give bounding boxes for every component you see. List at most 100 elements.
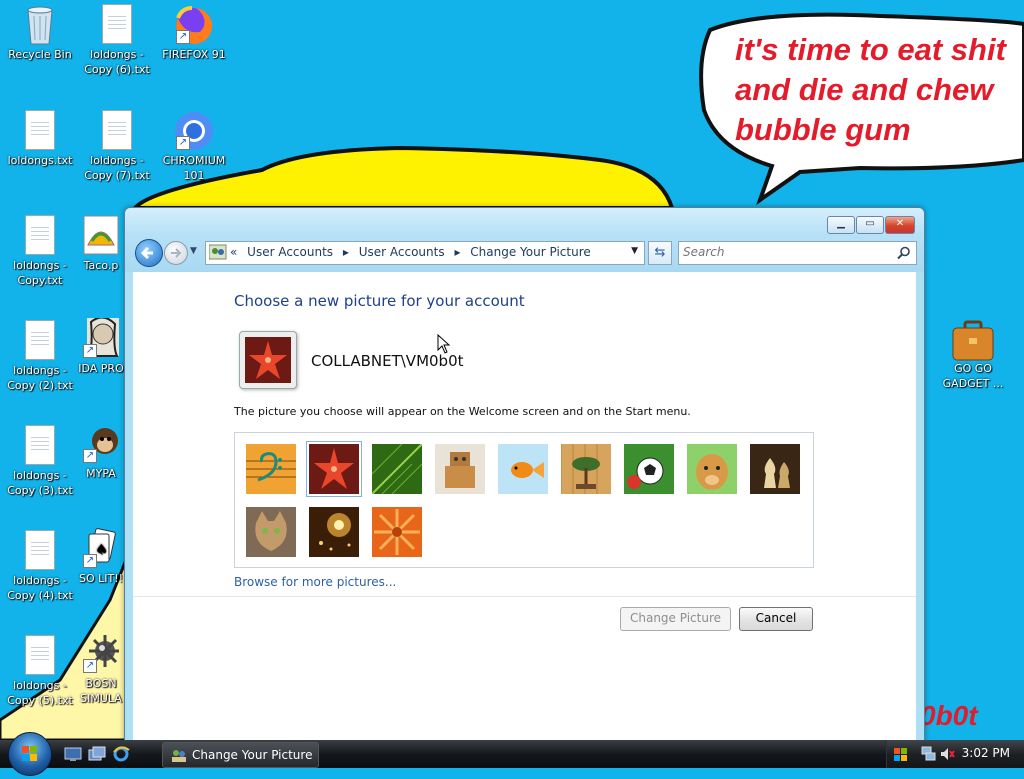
picture-description: The picture you choose will appear on th…: [234, 405, 691, 418]
cancel-button[interactable]: Cancel: [739, 607, 813, 631]
text-file-icon: [22, 530, 58, 570]
breadcrumb-change-your-picture[interactable]: Change Your Picture: [470, 245, 590, 259]
desktop-icon-loldongs-copy-6[interactable]: loldongs - Copy (6).txt: [77, 4, 157, 77]
text-file-icon: [22, 110, 58, 150]
change-picture-window: ▁ ▭ ✕ ▼ « User Accounts ▸ User Accounts …: [124, 207, 925, 742]
windows-update-icon[interactable]: [893, 746, 909, 762]
shortcut-arrow-icon: ↗: [176, 30, 190, 44]
picture-leaf[interactable]: [372, 444, 422, 494]
picture-starfish[interactable]: [306, 441, 362, 497]
refresh-button[interactable]: ⇆: [648, 241, 672, 265]
change-picture-button[interactable]: Change Picture: [620, 607, 731, 631]
desktop-icon-bosn-simula[interactable]: ↗ BOSN SIMULA: [73, 633, 129, 706]
desktop-icon-loldongs-copy-3[interactable]: loldongs - Copy (3).txt: [0, 425, 80, 498]
desktop-icon-loldongs-copy-2[interactable]: loldongs - Copy (2).txt: [0, 320, 80, 393]
volume-muted-icon[interactable]: [939, 746, 955, 762]
switch-windows-icon: [88, 746, 106, 761]
search-icon[interactable]: [897, 246, 911, 260]
breadcrumb-user-accounts[interactable]: User Accounts: [247, 245, 333, 259]
briefcase-icon: [952, 318, 994, 361]
taskbar: Change Your Picture 3:02 PM: [0, 732, 1024, 776]
desktop-icon-chromium[interactable]: ↗ CHROMIUM 101: [154, 110, 234, 183]
search-box[interactable]: [678, 241, 917, 265]
breadcrumb-separator-icon[interactable]: ▸: [343, 245, 349, 259]
forward-button[interactable]: [164, 241, 188, 265]
desktop-icon-label: loldongs - Copy (5).txt: [7, 679, 73, 707]
maximize-button[interactable]: ▭: [856, 216, 884, 234]
search-input[interactable]: [683, 244, 883, 260]
desktop-icon-label: Recycle Bin: [8, 48, 72, 61]
chevron-down-icon: ▼: [190, 246, 197, 256]
text-file-icon: [22, 320, 58, 360]
breadcrumb-overflow[interactable]: «: [230, 245, 237, 259]
address-dropdown-icon[interactable]: ▼: [631, 246, 638, 256]
desktop-icon-loldongs-copy-5[interactable]: loldongs - Copy (5).txt: [0, 635, 80, 708]
firefox-icon: ↗: [176, 4, 213, 44]
start-button[interactable]: [8, 732, 52, 776]
close-button[interactable]: ✕: [885, 216, 915, 234]
shortcut-arrow-icon: ↗: [83, 659, 97, 673]
user-accounts-icon: [209, 244, 227, 260]
desktop-icon-loldongs-copy[interactable]: loldongs - Copy.txt: [0, 215, 80, 288]
desktop-icon-loldongs-copy-4[interactable]: loldongs - Copy (4).txt: [0, 530, 80, 603]
breadcrumb-user-accounts-2[interactable]: User Accounts: [359, 245, 445, 259]
taskbar-item-change-your-picture[interactable]: Change Your Picture: [162, 742, 319, 768]
desktop-icon-mypa[interactable]: ↗ MYPA: [73, 423, 129, 481]
desktop-icon-loldongs-copy-7[interactable]: loldongs - Copy (7).txt: [77, 110, 157, 183]
mine-icon: ↗: [83, 633, 121, 673]
breadcrumb-separator-icon[interactable]: ▸: [454, 245, 460, 259]
desktop-icon-taco[interactable]: Taco.p: [73, 215, 129, 273]
show-desktop-icon: [64, 747, 82, 761]
monkey-icon: ↗: [83, 423, 119, 463]
browse-more-pictures-link[interactable]: Browse for more pictures...: [234, 575, 396, 589]
taco-image-icon: [83, 215, 119, 255]
user-accounts-icon: [172, 750, 186, 762]
text-file-icon: [22, 425, 58, 465]
picture-dog[interactable]: [687, 444, 737, 494]
picture-bass-clef[interactable]: [246, 444, 296, 494]
desktop-icon-label: loldongs - Copy (4).txt: [7, 574, 73, 602]
recent-pages-dropdown[interactable]: ▼: [190, 246, 197, 256]
picture-orange-flower[interactable]: [372, 507, 422, 557]
wallpaper-watermark: 0b0t: [920, 700, 978, 731]
clock[interactable]: 3:02 PM: [962, 746, 1010, 760]
picture-grid: [234, 432, 814, 568]
desktop-icon-label: SO LIT!!: [78, 572, 124, 585]
window-content: Choose a new picture for your account CO…: [133, 272, 916, 741]
account-name: COLLABNET\VM0b0t: [311, 352, 464, 370]
picture-goldfish[interactable]: [498, 444, 548, 494]
desktop-icon-label: loldongs - Copy.txt: [13, 259, 67, 287]
desktop-icon-so-lit[interactable]: ♠ ↗ SO LIT!!: [73, 528, 129, 586]
text-file-icon: [99, 110, 135, 150]
internet-explorer-button[interactable]: [112, 746, 130, 762]
system-tray: 3:02 PM: [886, 740, 1024, 768]
picture-robot[interactable]: [435, 444, 485, 494]
picture-kitten[interactable]: [246, 507, 296, 557]
minimize-icon: ▁: [837, 218, 845, 229]
picture-chess[interactable]: [750, 444, 800, 494]
window-titlebar[interactable]: ▁ ▭ ✕ ▼ « User Accounts ▸ User Accounts …: [125, 208, 924, 272]
desktop-icon-loldongs[interactable]: loldongs.txt: [0, 110, 80, 168]
picture-bonsai[interactable]: [561, 444, 611, 494]
desktop-icon-label: loldongs.txt: [7, 154, 73, 167]
bubble-text: it's time to eat shit and die and chew b…: [735, 32, 1006, 147]
desktop-icon-go-go-gadget[interactable]: GO GO GADGET ...: [933, 318, 1013, 391]
maximize-icon: ▭: [865, 218, 875, 229]
desktop-icon-label: loldongs - Copy (3).txt: [7, 469, 73, 497]
desktop-icon-recycle-bin[interactable]: Recycle Bin: [0, 4, 80, 62]
switch-windows-button[interactable]: [88, 746, 106, 762]
desktop-icon-ida-pro[interactable]: ↗ IDA PRO: [73, 318, 129, 376]
desktop-icon-firefox[interactable]: ↗ FIREFOX 91: [154, 4, 234, 62]
current-avatar-starfish: [245, 337, 291, 383]
network-icon[interactable]: [921, 746, 937, 762]
desktop-icon-label: Taco.p: [83, 259, 119, 272]
picture-sparkles[interactable]: [309, 507, 359, 557]
desktop-icon-label: MYPA: [86, 467, 116, 480]
mouse-cursor-icon: [437, 334, 451, 354]
shortcut-arrow-icon: ↗: [83, 449, 97, 463]
address-bar[interactable]: « User Accounts ▸ User Accounts ▸ Change…: [205, 241, 645, 265]
minimize-button[interactable]: ▁: [827, 216, 855, 234]
back-button[interactable]: [135, 239, 163, 267]
picture-soccer-ball[interactable]: [624, 444, 674, 494]
show-desktop-button[interactable]: [64, 746, 82, 762]
